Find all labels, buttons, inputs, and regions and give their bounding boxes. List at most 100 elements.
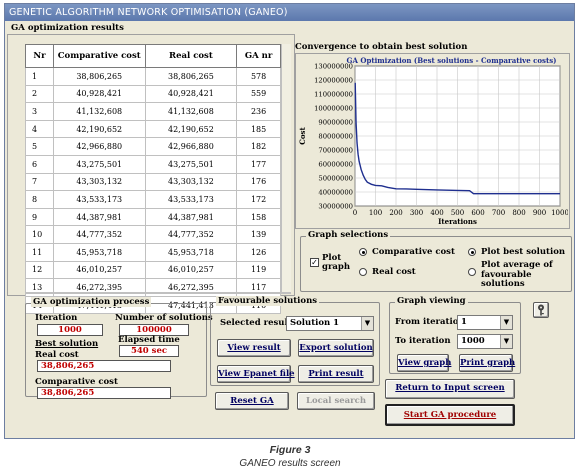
from-iteration-value: 1: [461, 317, 467, 327]
x-tick-label: 400: [430, 209, 443, 217]
column-header-ga-nr[interactable]: GA nr: [236, 44, 281, 68]
table-row[interactable]: 11 45,953,718 45,953,718 126: [25, 242, 281, 262]
cell-real-cost: 44,777,352: [144, 225, 238, 244]
to-iteration-value: 1000: [461, 336, 485, 346]
print-graph-button[interactable]: Print graph: [459, 354, 515, 372]
number-of-solutions-label: Number of solutions: [115, 313, 213, 323]
best-solution-label: Best solution: [35, 339, 99, 349]
cell-ga-nr: 176: [236, 172, 281, 192]
chevron-down-icon[interactable]: ▼: [361, 317, 373, 330]
y-axis-label: Cost: [298, 127, 307, 145]
real-cost-field-label: Real cost: [35, 350, 79, 360]
cell-ga-nr: 126: [236, 242, 281, 262]
chart-title: GA Optimization (Best solutions - Compar…: [347, 56, 557, 65]
x-tick-label: 100: [369, 209, 382, 217]
plot-average-label: Plot average of favourable solutions: [481, 260, 553, 289]
real-cost-radio[interactable]: [359, 268, 367, 276]
cell-real-cost: 43,275,501: [144, 154, 238, 174]
x-tick-label: 800: [512, 209, 525, 217]
cell-real-cost: 41,132,608: [144, 102, 238, 121]
y-tick-label: 60000000: [318, 161, 353, 169]
print-result-button[interactable]: Print result: [298, 365, 374, 383]
key-icon[interactable]: [533, 302, 549, 318]
y-tick-label: 90000000: [318, 119, 353, 127]
start-ga-procedure-button[interactable]: Start GA procedure: [385, 404, 515, 426]
real-cost-label: Real cost: [372, 267, 416, 277]
table-row[interactable]: 7 43,303,132 43,303,132 176: [25, 172, 281, 192]
iteration-value: 1000: [37, 324, 103, 336]
plot-graph-label: Plot graph: [322, 253, 351, 272]
results-horizontal-scrollbar[interactable]: [25, 292, 291, 294]
window-title: GENETIC ALGORITHM NETWORK OPTIMISATION (…: [5, 4, 574, 21]
column-header-comparative-cost[interactable]: Comparative cost: [52, 44, 146, 68]
y-tick-label: 120000000: [314, 77, 353, 85]
cell-ga-nr: 236: [236, 102, 281, 121]
y-tick-label: 70000000: [318, 147, 353, 155]
table-row[interactable]: 12 46,010,257 46,010,257 119: [25, 260, 281, 280]
elapsed-time-label: Elapsed time: [118, 335, 180, 345]
table-row[interactable]: 8 43,533,173 43,533,173 172: [25, 190, 281, 209]
figure-caption: GANEO results screen: [239, 458, 341, 469]
view-epanet-file-button[interactable]: View Epanet file: [217, 365, 295, 383]
convergence-title: Convergence to obtain best solution: [295, 42, 468, 52]
key-glyph-icon: [538, 304, 544, 316]
selected-result-dropdown[interactable]: Solution 1 ▼: [286, 316, 374, 331]
y-tick-label: 50000000: [318, 175, 353, 183]
cell-ga-nr: 185: [236, 119, 281, 139]
cell-real-cost: 42,190,652: [144, 119, 238, 139]
table-row[interactable]: 6 43,275,501 43,275,501 177: [25, 154, 281, 174]
column-header-nr[interactable]: Nr: [25, 44, 54, 68]
table-row[interactable]: 1 38,806,265 38,806,265 578: [25, 67, 281, 86]
column-header-real-cost[interactable]: Real cost: [144, 44, 238, 68]
from-iteration-dropdown[interactable]: 1 ▼: [457, 315, 513, 330]
table-row[interactable]: 10 44,777,352 44,777,352 139: [25, 225, 281, 244]
comparative-cost-radio[interactable]: [359, 248, 367, 256]
return-to-input-screen-button[interactable]: Return to Input screen: [385, 379, 515, 399]
cell-comparative-cost: 41,132,608: [52, 102, 146, 121]
cell-comparative-cost: 38,806,265: [52, 67, 146, 86]
cell-nr: 3: [25, 102, 54, 121]
cell-ga-nr: 119: [236, 260, 281, 280]
x-tick-label: 600: [471, 209, 484, 217]
x-tick-label: 700: [492, 209, 505, 217]
to-iteration-label: To iteration: [395, 336, 451, 346]
cell-comparative-cost: 43,303,132: [52, 172, 146, 192]
cell-comparative-cost: 42,966,880: [52, 137, 146, 156]
results-header-row: Nr Comparative cost Real cost GA nr: [25, 44, 281, 68]
cell-real-cost: 40,928,421: [144, 84, 238, 104]
y-tick-label: 110000000: [314, 91, 353, 99]
elapsed-time-value: 540 sec: [119, 345, 179, 357]
cell-real-cost: 42,966,880: [144, 137, 238, 156]
view-graph-button[interactable]: View graph: [397, 354, 451, 372]
cell-real-cost: 45,953,718: [144, 242, 238, 262]
plot-best-solution-radio[interactable]: [468, 248, 476, 256]
chevron-down-icon[interactable]: ▼: [500, 335, 512, 348]
x-tick-label: 300: [410, 209, 423, 217]
selected-result-label: Selected result: [220, 318, 292, 328]
cell-comparative-cost: 44,387,981: [52, 207, 146, 227]
cell-real-cost: 44,387,981: [144, 207, 238, 227]
cell-nr: 7: [25, 172, 54, 192]
table-row[interactable]: 4 42,190,652 42,190,652 185: [25, 119, 281, 139]
results-vertical-scrollbar[interactable]: [281, 44, 291, 292]
cell-ga-nr: 177: [236, 154, 281, 174]
local-search-button[interactable]: Local search: [297, 392, 375, 410]
cell-comparative-cost: 40,928,421: [52, 84, 146, 104]
chevron-down-icon[interactable]: ▼: [500, 316, 512, 329]
comparative-cost-label: Comparative cost: [372, 247, 455, 257]
reset-ga-button[interactable]: Reset GA: [215, 392, 289, 410]
to-iteration-dropdown[interactable]: 1000 ▼: [457, 334, 513, 349]
plot-graph-checkbox[interactable]: ✓: [310, 258, 319, 267]
table-row[interactable]: 5 42,966,880 42,966,880 182: [25, 137, 281, 156]
view-result-button[interactable]: View result: [217, 339, 291, 357]
cell-comparative-cost: 44,777,352: [52, 225, 146, 244]
graph-viewing-title: Graph viewing: [395, 296, 468, 306]
table-row[interactable]: 3 41,132,608 41,132,608 236: [25, 102, 281, 121]
table-row[interactable]: 2 40,928,421 40,928,421 559: [25, 84, 281, 104]
export-solution-button[interactable]: Export solution: [298, 339, 374, 357]
table-row[interactable]: 9 44,387,981 44,387,981 158: [25, 207, 281, 227]
from-iteration-label: From iteration: [395, 317, 465, 327]
plot-average-radio[interactable]: [468, 268, 476, 276]
cell-ga-nr: 559: [236, 84, 281, 104]
results-table: Nr Comparative cost Real cost GA nr 1 38,…: [25, 44, 281, 315]
